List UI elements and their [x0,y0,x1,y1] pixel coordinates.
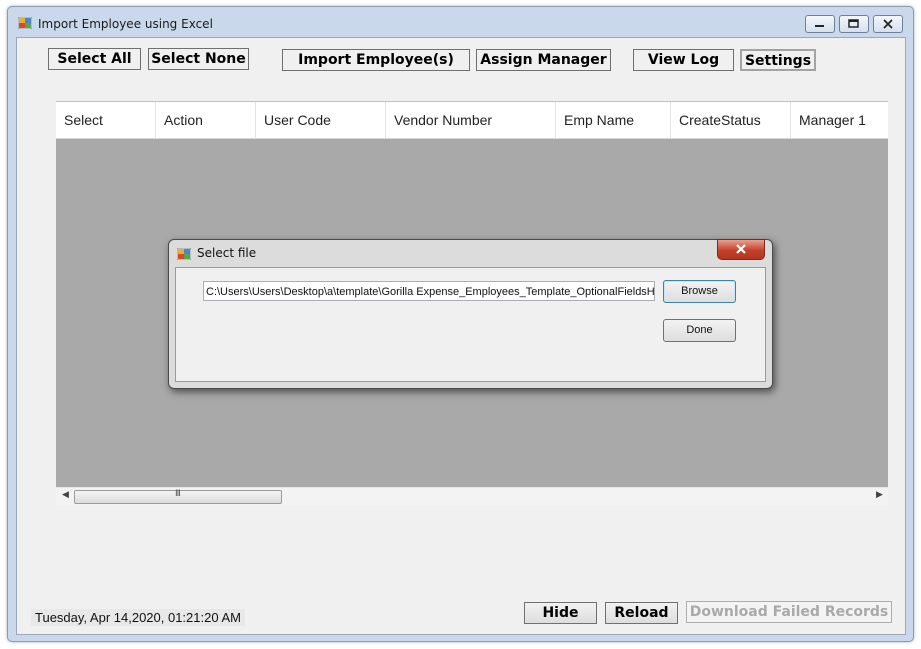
scroll-right-arrow-icon[interactable]: ▶ [876,490,883,500]
column-header-action[interactable]: Action [156,102,256,138]
select-none-button[interactable]: Select None [148,48,249,70]
minimize-icon [815,25,824,27]
select-file-dialog: Select file C:\Users\Users\Desktop\a\tem… [168,239,773,389]
scrollbar-thumb[interactable]: III [74,489,282,504]
view-log-button[interactable]: View Log [633,49,734,71]
column-header-select[interactable]: Select [56,102,156,138]
column-header-create-status[interactable]: CreateStatus [671,102,791,138]
column-header-user-code[interactable]: User Code [256,102,386,138]
column-header-manager-1[interactable]: Manager 1 [791,102,888,138]
done-button[interactable]: Done [663,319,736,342]
scrollbar-grip: III [175,489,181,499]
maximize-button[interactable] [839,15,869,33]
select-all-button[interactable]: Select All [48,48,141,70]
horizontal-scrollbar[interactable]: ◀ III ▶ [56,487,888,505]
assign-manager-button[interactable]: Assign Manager [476,49,611,71]
minimize-button[interactable] [805,15,835,33]
dialog-title: Select file [197,246,257,260]
dialog-body: C:\Users\Users\Desktop\a\template\Gorill… [175,267,766,382]
column-header-vendor-number[interactable]: Vendor Number [386,102,556,138]
import-employees-button[interactable]: Import Employee(s) [282,49,470,71]
download-failed-records-button[interactable]: Download Failed Records [686,601,892,623]
column-header-emp-name[interactable]: Emp Name [556,102,671,138]
file-path-input[interactable]: C:\Users\Users\Desktop\a\template\Gorill… [203,281,655,301]
scroll-left-arrow-icon[interactable]: ◀ [62,490,69,500]
close-icon [736,244,746,254]
hide-button[interactable]: Hide [524,602,597,624]
close-button[interactable] [873,15,903,33]
dialog-app-icon [177,248,191,260]
settings-button[interactable]: Settings [740,49,816,71]
title-bar: Import Employee using Excel [8,7,913,37]
client-area: Select All Select None Import Employee(s… [16,37,906,635]
close-icon [883,19,893,29]
window-title: Import Employee using Excel [38,17,213,31]
dialog-close-button[interactable] [717,239,765,260]
reload-button[interactable]: Reload [605,602,678,624]
main-window: Import Employee using Excel Select All S… [7,6,914,642]
app-icon [18,17,32,29]
browse-button[interactable]: Browse [663,280,736,303]
grid-header: Select Action User Code Vendor Number Em… [56,102,888,139]
maximize-icon [848,19,859,28]
datetime-label: Tuesday, Apr 14,2020, 01:21:20 AM [31,609,245,626]
